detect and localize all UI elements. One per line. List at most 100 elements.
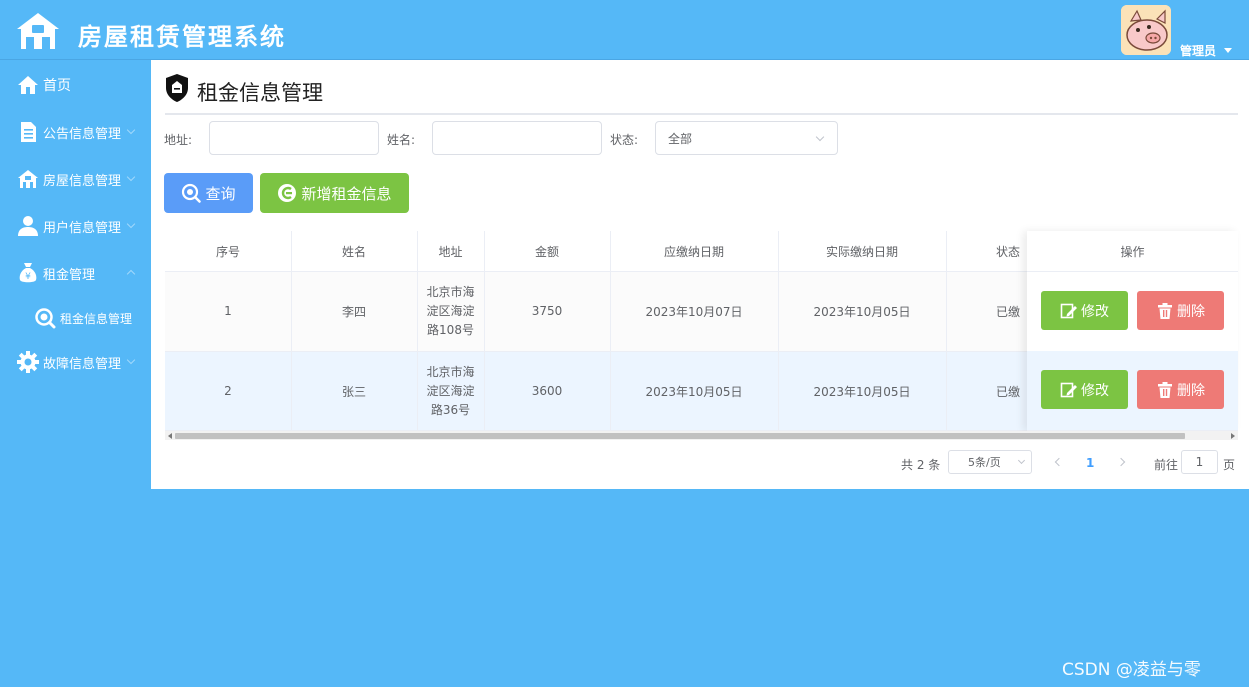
cell-index: 1 (224, 304, 232, 318)
address-line: 路108号 (427, 322, 474, 337)
chevron-down-icon (126, 125, 136, 135)
rent-table: 序号 姓名 地址 金额 应缴纳日期 实际缴纳日期 状态 1 李四 北京市海 淀区… (165, 231, 1238, 440)
chevron-down-icon (126, 172, 136, 182)
cell-address: 北京市海 淀区海淀 路36号 (417, 351, 484, 431)
delete-button-label: 删除 (1177, 382, 1205, 399)
sidebar-item-label: 房屋信息管理 (43, 173, 122, 189)
shield-icon (166, 74, 188, 102)
address-line: 淀区海淀 (426, 303, 475, 318)
name-label: 姓名: (387, 133, 416, 147)
cell-paid-date: 2023年10月05日 (813, 304, 911, 319)
search-icon (34, 307, 56, 329)
user-icon (17, 215, 39, 237)
user-name: 管理员 (1180, 43, 1217, 58)
cell-name: 李四 (341, 304, 366, 319)
column-header[interactable]: 应缴纳日期 (610, 231, 778, 271)
column-header[interactable]: 序号 (165, 231, 291, 271)
gear-icon (17, 351, 39, 373)
address-line: 路36号 (430, 402, 471, 417)
sidebar: 首页 公告信息管理 房屋信息管理 用户信息管理 ¥ 租金管理 租金信息管理 故障… (0, 60, 150, 687)
sidebar-item-rent[interactable]: ¥ 租金管理 (0, 253, 150, 293)
user-menu[interactable]: 管理员 (1180, 42, 1233, 58)
scroll-right-icon[interactable] (1231, 433, 1235, 439)
add-rent-button-label: 新增租金信息 (301, 184, 392, 203)
status-select[interactable]: 全部 (655, 121, 838, 155)
sidebar-item-users[interactable]: 用户信息管理 (0, 206, 150, 246)
status-select-value: 全部 (668, 131, 693, 146)
watermark: CSDN @凌益与零 (1062, 660, 1201, 680)
chevron-down-icon (126, 355, 136, 365)
column-header: 操作 (1120, 244, 1145, 259)
column-header[interactable]: 姓名 (291, 231, 417, 271)
address-line: 北京市海 (426, 284, 475, 299)
sidebar-item-rent-info[interactable]: 租金信息管理 (0, 298, 150, 338)
chevron-up-icon (126, 269, 136, 279)
add-rent-button[interactable]: 新增租金信息 (260, 173, 409, 213)
edit-button[interactable]: 修改 (1041, 370, 1128, 409)
cell-address: 北京市海 淀区海淀 路108号 (417, 271, 484, 351)
edit-button-label: 修改 (1081, 382, 1109, 399)
edit-icon (1060, 381, 1078, 399)
address-line: 北京市海 (426, 364, 475, 379)
name-input[interactable] (432, 121, 602, 155)
query-button[interactable]: 查询 (164, 173, 253, 213)
divider (165, 113, 1238, 115)
house-icon (17, 168, 39, 190)
sidebar-item-label: 首页 (43, 78, 71, 94)
next-page-icon[interactable] (1116, 457, 1126, 467)
cell-index: 2 (224, 384, 232, 398)
address-input[interactable] (209, 121, 379, 155)
pig-avatar-icon (1121, 5, 1171, 55)
goto-page-input[interactable] (1181, 450, 1218, 474)
home-icon (17, 74, 39, 96)
app-root: 房屋租赁管理系统 管理员 首页 公告信息管理 房屋信息管理 用户信息管理 ¥ 租… (0, 0, 1249, 687)
edit-button[interactable]: 修改 (1041, 291, 1128, 330)
address-line: 淀区海淀 (426, 383, 475, 398)
add-circle-icon (277, 183, 297, 203)
address-label: 地址: (164, 133, 193, 147)
sidebar-item-houses[interactable]: 房屋信息管理 (0, 159, 150, 199)
column-header[interactable]: 金额 (484, 231, 610, 271)
chevron-down-icon (126, 219, 136, 229)
page-size-value: 5条/页 (968, 456, 1001, 469)
app-title: 房屋租赁管理系统 (78, 23, 286, 51)
cell-paid-date: 2023年10月05日 (813, 384, 911, 399)
column-header[interactable]: 实际缴纳日期 (778, 231, 946, 271)
chevron-down-icon (1017, 456, 1026, 465)
main-panel: 租金信息管理 地址: 姓名: 状态: 全部 查询 新增租金信息 序号 姓名 地址… (151, 60, 1249, 489)
house-icon (17, 13, 59, 49)
sidebar-item-home[interactable]: 首页 (0, 65, 150, 105)
cell-amount: 3750 (531, 304, 563, 318)
page-number-current[interactable]: 1 (1086, 456, 1094, 470)
trash-icon (1156, 381, 1174, 399)
delete-button[interactable]: 删除 (1137, 291, 1224, 330)
sidebar-item-faults[interactable]: 故障信息管理 (0, 342, 150, 382)
cell-name: 张三 (341, 384, 366, 399)
prev-page-icon[interactable] (1054, 457, 1064, 467)
top-header: 房屋租赁管理系统 管理员 (0, 0, 1249, 60)
horizontal-scrollbar[interactable] (165, 431, 1238, 440)
caret-down-icon (1224, 47, 1233, 53)
money-bag-icon: ¥ (17, 262, 39, 284)
query-button-label: 查询 (205, 184, 236, 203)
cell-due-date: 2023年10月05日 (645, 384, 743, 399)
sidebar-item-label: 租金信息管理 (60, 311, 133, 326)
svg-text:¥: ¥ (25, 272, 31, 282)
notice-icon (17, 121, 39, 143)
page-size-select[interactable]: 5条/页 (948, 450, 1032, 474)
avatar[interactable] (1121, 5, 1171, 55)
cell-due-date: 2023年10月07日 (645, 304, 743, 319)
page-title: 租金信息管理 (197, 81, 323, 105)
column-header[interactable]: 地址 (417, 231, 484, 271)
pagination-total: 共 2 条 (901, 458, 941, 472)
sidebar-item-label: 租金管理 (43, 267, 96, 283)
status-label: 状态: (610, 133, 639, 147)
edit-button-label: 修改 (1081, 303, 1109, 320)
scroll-left-icon[interactable] (168, 433, 172, 439)
trash-icon (1156, 302, 1174, 320)
scrollbar-thumb[interactable] (175, 433, 1185, 439)
actions-column: 操作 修改 删除 修改 删除 (1027, 231, 1238, 431)
sidebar-item-notices[interactable]: 公告信息管理 (0, 112, 150, 152)
delete-button-label: 删除 (1177, 303, 1205, 320)
delete-button[interactable]: 删除 (1137, 370, 1224, 409)
